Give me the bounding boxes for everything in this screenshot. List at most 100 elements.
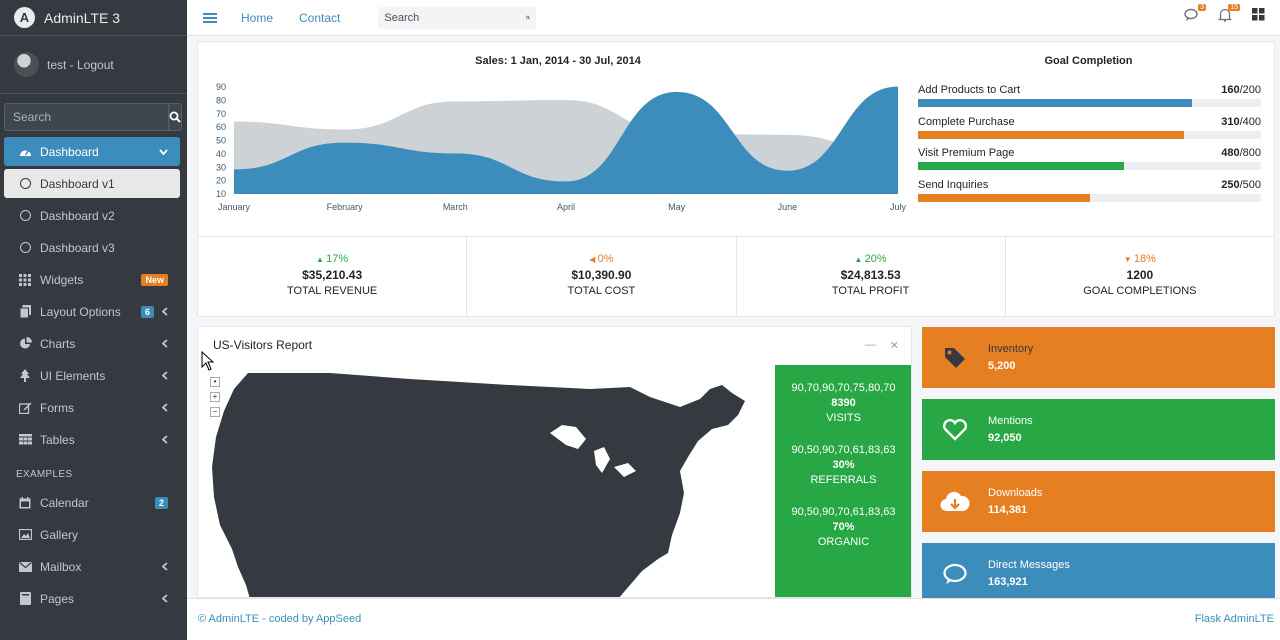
stat-goal-completions: ▼ 18% 1200 GOAL COMPLETIONS [1006,237,1274,316]
goal-value: 160/200 [1221,84,1261,96]
navbar-right: 3 15 [1184,4,1268,24]
sidebar-search-button[interactable] [169,103,182,131]
new-badge: New [141,273,168,286]
sidebar-item-calendar[interactable]: Calendar 2 [4,488,180,517]
sidebar-item-tables[interactable]: Tables [4,425,180,454]
sidebar-item-dashboard[interactable]: Dashboard [4,137,180,166]
sales-card: Sales: 1 Jan, 2014 - 30 Jul, 2014 10 20 30… [197,41,1275,317]
info-box-mentions[interactable]: Mentions 92,050 [922,399,1275,460]
book-icon [18,592,32,605]
info-box-direct-messages[interactable]: Direct Messages 163,921 [922,543,1275,604]
sidebar-item-label: Dashboard v2 [40,208,115,223]
search-icon[interactable] [526,12,531,23]
y-tick-label: 70 [216,109,226,119]
sparkline: 90,50,90,70,61,83,63 [791,506,896,518]
goal-progress-item: Visit Premium Page 480/800 [918,147,1261,170]
sidebar-item-dashboard-v2[interactable]: Dashboard v2 [4,201,180,230]
progress-fill [918,162,1124,170]
goal-label: Complete Purchase [918,116,1015,128]
comment-icon [922,563,988,585]
stat-percent: ◀ 0% [589,253,614,265]
sidebar-item-dashboard-v1[interactable]: Dashboard v1 [4,169,180,198]
stat-amount: 1200 [1126,268,1154,282]
info-box-inventory[interactable]: Inventory 5,200 [922,327,1275,388]
us-map[interactable] [210,367,770,598]
sidebar-item-charts[interactable]: Charts [4,329,180,358]
messages-dropdown[interactable]: 3 [1184,4,1206,24]
goal-value: 310/400 [1221,116,1261,128]
sidebar-item-gallery[interactable]: Gallery [4,520,180,549]
nav-link-contact[interactable]: Contact [299,11,340,25]
goal-label: Visit Premium Page [918,147,1015,159]
navbar-search-input[interactable] [384,11,527,24]
progress-bar [918,131,1261,139]
sales-stats-row: ▲ 17% $35,210.43 TOTAL REVENUE ◀ 0% $10,… [198,236,1274,316]
tag-icon [922,346,988,370]
nav-link-home[interactable]: Home [241,11,273,25]
control-sidebar-toggle[interactable] [1252,8,1268,24]
sidebar-search-input[interactable] [4,103,169,131]
brand-name: AdminLTE 3 [44,9,120,26]
sidebar-item-ui-elements[interactable]: UI Elements [4,361,180,390]
brand-link[interactable]: A AdminLTE 3 [0,0,187,36]
sidebar-item-label: Gallery [40,527,79,542]
stat-label: VISITS [826,412,861,424]
caret-up-icon: ▲ [316,255,327,264]
dashboard-icon [18,146,32,157]
y-tick-label: 30 [216,162,226,172]
close-icon[interactable]: ✕ [890,339,899,352]
progress-fill [918,131,1184,139]
info-box-downloads[interactable]: Downloads 114,381 [922,471,1275,532]
cloud-download-icon [922,491,988,513]
sidebar-item-label: Calendar [40,495,89,510]
y-tick-label: 10 [216,189,226,199]
count-badge: 2 [154,496,168,509]
examples-header: EXAMPLES [16,469,73,480]
sidebar-item-layout-options[interactable]: Layout Options 6 [4,297,180,326]
x-tick-label: April [557,202,575,212]
sidebar-item-mailbox[interactable]: Mailbox [4,552,180,581]
sidebar-item-dashboard-v3[interactable]: Dashboard v3 [4,233,180,262]
notifications-dropdown[interactable]: 15 [1217,4,1240,24]
chevron-left-icon [162,339,168,348]
sidebar-item-forms[interactable]: Forms [4,393,180,422]
minus-icon[interactable]: — [865,339,876,352]
stat-amount: $35,210.43 [302,268,363,282]
sidebar-item-widgets[interactable]: Widgets New [4,265,180,294]
sidebar-item-pages[interactable]: Pages [4,584,180,613]
table-icon [18,434,32,445]
y-tick-label: 90 [216,82,226,92]
x-tick-label: January [218,202,251,212]
info-box-value: 163,921 [988,575,1028,588]
card-title: US-Visitors Report [213,338,313,352]
progress-fill [918,194,1090,202]
chevron-left-icon [162,594,168,603]
stat-label: GOAL COMPLETIONS [1083,285,1197,297]
user-logout-link[interactable]: test - Logout [47,58,114,72]
stat-value: 30% [832,459,855,471]
stat-label: TOTAL REVENUE [286,285,378,297]
y-tick-label: 50 [216,136,226,146]
sidebar-item-label: Dashboard v3 [40,240,115,255]
user-panel: test - Logout [0,36,187,94]
stat-label: TOTAL PROFIT [831,285,910,297]
stat-value: 70% [832,521,855,533]
visits-stat: 90,70,90,70,75,80,70 8390 VISITS [775,381,911,426]
sparkline: 90,50,90,70,61,83,63 [791,444,896,456]
sidebar-item-label: Dashboard v1 [40,176,115,191]
info-box-value: 5,200 [988,359,1016,372]
info-box-value: 92,050 [988,431,1022,444]
y-tick-label: 40 [216,149,226,159]
footer-brand-link[interactable]: Flask AdminLTE [1195,613,1274,625]
footer-credit-link[interactable]: © AdminLTE - coded by AppSeed [198,613,361,625]
stat-amount: $10,390.90 [571,268,632,282]
chevron-left-icon [162,307,168,316]
envelope-icon [18,561,32,572]
goal-progress-item: Complete Purchase 310/400 [918,116,1261,139]
card-tools: — ✕ [865,339,899,352]
info-box-label: Downloads [988,486,1043,499]
sales-area-chart: 10 20 30 40 50 60 70 80 90 January February March Ap… [216,82,907,212]
menu-toggle-icon[interactable] [203,11,217,25]
x-tick-label: May [668,202,686,212]
comments-icon [1184,8,1198,21]
